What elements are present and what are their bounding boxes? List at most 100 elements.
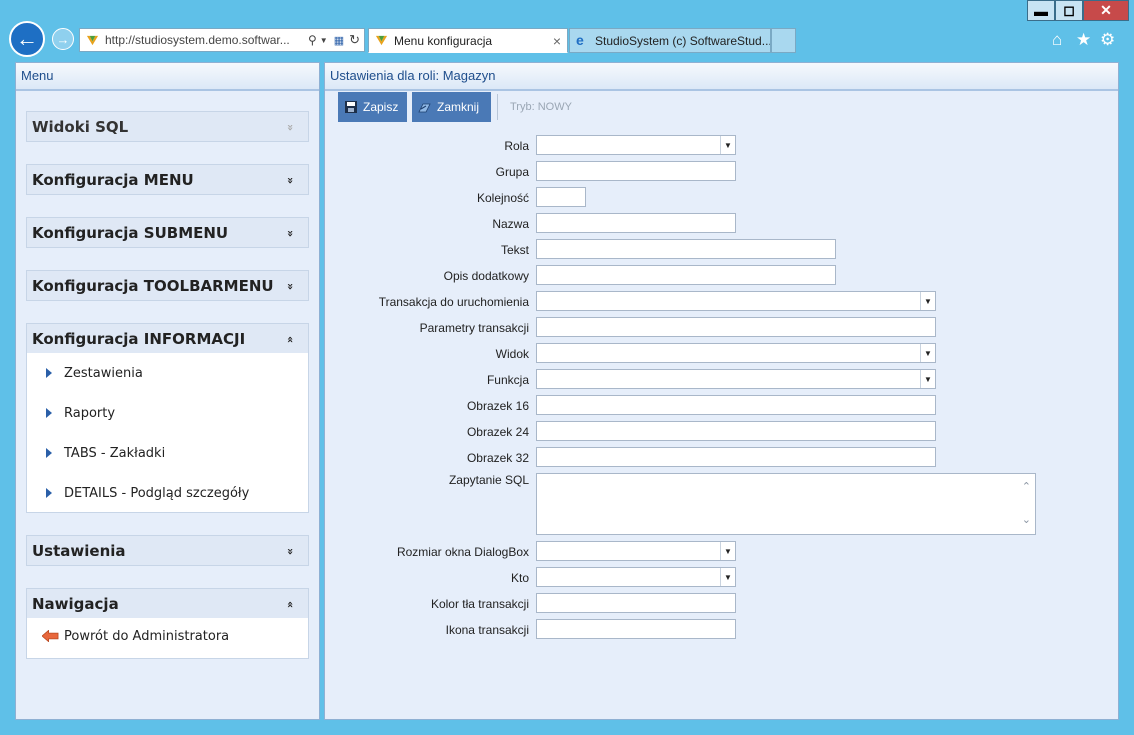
home-icon[interactable]: ⌂ xyxy=(1052,30,1062,50)
section-widoki-sql[interactable]: Widoki SQL » xyxy=(26,111,309,142)
tab-close-icon[interactable]: × xyxy=(553,33,561,49)
settings-panel-title: Ustawienia dla roli: Magazyn xyxy=(325,63,1118,91)
nawigacja-list: Powrót do Administratora xyxy=(26,618,309,659)
tekst-input[interactable] xyxy=(536,239,836,259)
forward-arrow-icon: → xyxy=(56,31,70,47)
studiosystem-favicon xyxy=(86,35,99,45)
floppy-disk-icon xyxy=(345,101,357,113)
section-konfiguracja-toolbarmenu[interactable]: Konfiguracja TOOLBARMENU » xyxy=(26,270,309,301)
section-konfiguracja-menu[interactable]: Konfiguracja MENU » xyxy=(26,164,309,195)
parametry-input[interactable] xyxy=(536,317,936,337)
save-button[interactable]: Zapisz xyxy=(338,92,407,122)
list-item-powrot[interactable]: Powrót do Administratora xyxy=(27,629,308,649)
ikona-input[interactable] xyxy=(536,619,736,639)
label-kolor: Kolor tła transakcji xyxy=(430,597,529,611)
scroll-up-icon[interactable]: ⌃ xyxy=(1022,480,1031,493)
label-opis: Opis dodatkowy xyxy=(443,269,529,283)
section-ustawienia[interactable]: Ustawienia » xyxy=(26,535,309,566)
label-tekst: Tekst xyxy=(500,243,529,257)
search-icon[interactable]: ⚲ xyxy=(308,33,317,47)
dropdown-icon[interactable]: ▼ xyxy=(320,36,328,45)
kolor-input[interactable] xyxy=(536,593,736,613)
favorites-star-icon[interactable]: ★ xyxy=(1076,30,1091,50)
obrazek24-input[interactable] xyxy=(536,421,936,441)
expand-chevron-icon: » xyxy=(283,176,297,185)
studiosystem-favicon xyxy=(375,35,388,46)
address-bar[interactable]: http://studiosystem.demo.softwar... ⚲ ▼ … xyxy=(79,28,365,52)
kto-select[interactable]: ▼ xyxy=(536,567,736,587)
label-parametry: Parametry transakcji xyxy=(419,321,529,335)
dropdown-arrow-icon: ▼ xyxy=(920,370,935,388)
section-label: Konfiguracja INFORMACJI xyxy=(32,330,246,348)
section-konfiguracja-submenu[interactable]: Konfiguracja SUBMENU » xyxy=(26,217,309,248)
back-arrow-icon: ← xyxy=(16,26,38,51)
zapytanie-textarea[interactable]: ⌃ ⌄ xyxy=(536,473,1036,535)
rozmiar-select[interactable]: ▼ xyxy=(536,541,736,561)
address-text: http://studiosystem.demo.softwar... xyxy=(105,33,290,47)
item-label: DETAILS - Podgląd szczegóły xyxy=(64,486,250,501)
section-label: Widoki SQL xyxy=(32,118,129,136)
label-transakcja: Transakcja do uruchomienia xyxy=(378,295,529,309)
label-grupa: Grupa xyxy=(495,165,529,179)
dropdown-arrow-icon: ▼ xyxy=(920,292,935,310)
label-rola: Rola xyxy=(504,139,529,153)
list-item-raporty[interactable]: Raporty xyxy=(27,406,308,426)
widok-select[interactable]: ▼ xyxy=(536,343,936,363)
door-exit-icon xyxy=(418,103,431,113)
close-button[interactable]: Zamknij xyxy=(412,92,491,122)
tab-studiosystem[interactable]: e StudioSystem (c) SoftwareStud... xyxy=(569,28,771,53)
label-kto: Kto xyxy=(510,571,529,585)
close-window-button[interactable]: ✕ xyxy=(1083,0,1129,21)
grupa-input[interactable] xyxy=(536,161,736,181)
forward-button[interactable]: → xyxy=(52,28,74,50)
menu-panel-title: Menu xyxy=(16,63,319,91)
section-konfiguracja-informacji[interactable]: Konfiguracja INFORMACJI « xyxy=(26,323,309,354)
maximize-button[interactable]: ◻ xyxy=(1055,0,1083,21)
funkcja-select[interactable]: ▼ xyxy=(536,369,936,389)
section-label: Konfiguracja SUBMENU xyxy=(32,224,229,242)
refresh-icon[interactable]: ↻ xyxy=(349,32,360,48)
label-obrazek24: Obrazek 24 xyxy=(466,425,529,439)
transakcja-select[interactable]: ▼ xyxy=(536,291,936,311)
section-label: Ustawienia xyxy=(32,542,126,560)
expand-chevron-icon: » xyxy=(283,282,297,291)
dropdown-arrow-icon: ▼ xyxy=(920,344,935,362)
section-label: Konfiguracja MENU xyxy=(32,171,194,189)
nazwa-input[interactable] xyxy=(536,213,736,233)
item-label: Raporty xyxy=(64,406,116,421)
rola-select[interactable]: ▼ xyxy=(536,135,736,155)
section-nawigacja[interactable]: Nawigacja « xyxy=(26,588,309,619)
collapse-chevron-icon: « xyxy=(283,600,297,609)
label-funkcja: Funkcja xyxy=(486,373,529,387)
compatibility-icon[interactable]: ▦ xyxy=(334,34,344,47)
back-button[interactable]: ← xyxy=(9,21,45,57)
obrazek32-input[interactable] xyxy=(536,447,936,467)
list-item-zestawienia[interactable]: Zestawienia xyxy=(27,366,308,386)
scroll-down-icon[interactable]: ⌄ xyxy=(1022,513,1031,526)
kolejnosc-input[interactable] xyxy=(536,187,586,207)
label-obrazek16: Obrazek 16 xyxy=(466,399,529,413)
ie-icon: e xyxy=(576,32,584,48)
collapse-chevron-icon: « xyxy=(283,335,297,344)
label-kolejnosc: Kolejność xyxy=(476,191,529,205)
section-label: Nawigacja xyxy=(32,595,119,613)
list-item-details[interactable]: DETAILS - Podgląd szczegóły xyxy=(27,486,308,506)
settings-gear-icon[interactable]: ⚙ xyxy=(1100,30,1115,50)
tab-menu-konfiguracja[interactable]: Menu konfiguracja × xyxy=(368,28,568,53)
new-tab-button[interactable] xyxy=(771,28,796,53)
dropdown-arrow-icon: ▼ xyxy=(720,568,735,586)
expand-chevron-icon: » xyxy=(283,123,297,132)
obrazek16-input[interactable] xyxy=(536,395,936,415)
opis-input[interactable] xyxy=(536,265,836,285)
informacji-list: Zestawienia Raporty TABS - Zakładki DETA… xyxy=(26,353,309,513)
label-obrazek32: Obrazek 32 xyxy=(466,451,529,465)
bullet-triangle-icon xyxy=(46,488,52,498)
toolbar-divider xyxy=(497,94,498,120)
list-item-tabs[interactable]: TABS - Zakładki xyxy=(27,446,308,466)
tab-title: Menu konfiguracja xyxy=(394,33,493,48)
minimize-button[interactable]: ▬ xyxy=(1027,0,1055,21)
bullet-triangle-icon xyxy=(46,448,52,458)
close-label: Zamknij xyxy=(437,100,480,114)
expand-chevron-icon: » xyxy=(283,547,297,556)
item-label: Powrót do Administratora xyxy=(64,629,230,644)
